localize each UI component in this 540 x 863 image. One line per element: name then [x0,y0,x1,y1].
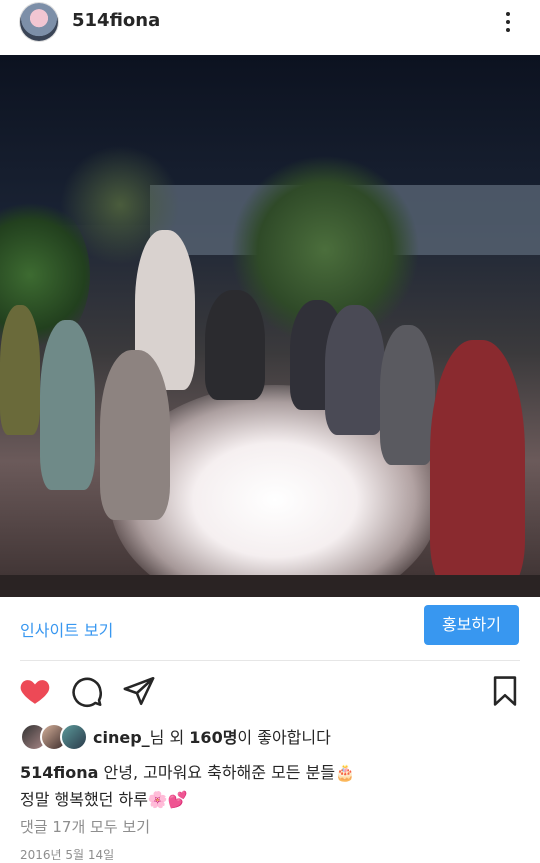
view-all-comments-link[interactable]: 댓글 17개 모두 보기 [20,816,150,837]
view-insights-link[interactable]: 인사이트 보기 [20,617,113,641]
promote-button[interactable]: 홍보하기 [424,605,519,645]
caption: 514fiona 안녕, 고마워요 축하해준 모든 분들🎂 [20,759,355,783]
bookmark-icon[interactable] [488,674,522,708]
post-date: 2016년 5월 14일 [20,848,115,862]
likes-text: 님 외 [149,728,190,747]
likes-summary[interactable]: cinep_님 외 160명이 좋아합니다 [93,724,331,748]
more-options-icon[interactable] [500,10,516,34]
liker-username[interactable]: cinep_ [93,728,150,747]
liker-avatar[interactable] [60,723,88,751]
post-username[interactable]: 514fiona [72,10,160,31]
caption-text-line2: 정말 행복했던 하루🌸💕 [20,790,188,809]
likes-count[interactable]: 160명 [189,728,237,747]
comment-icon[interactable] [70,674,104,708]
like-heart-icon[interactable] [18,674,52,708]
divider [20,660,520,661]
post-header: 514fiona [0,0,540,50]
profile-avatar[interactable] [20,3,58,41]
caption-author[interactable]: 514fiona [20,763,98,782]
share-send-icon[interactable] [122,674,156,708]
likes-text-end: 이 좋아합니다 [237,728,331,747]
caption-text-line1: 안녕, 고마워요 축하해준 모든 분들🎂 [98,763,355,782]
post-photo[interactable] [0,55,540,597]
